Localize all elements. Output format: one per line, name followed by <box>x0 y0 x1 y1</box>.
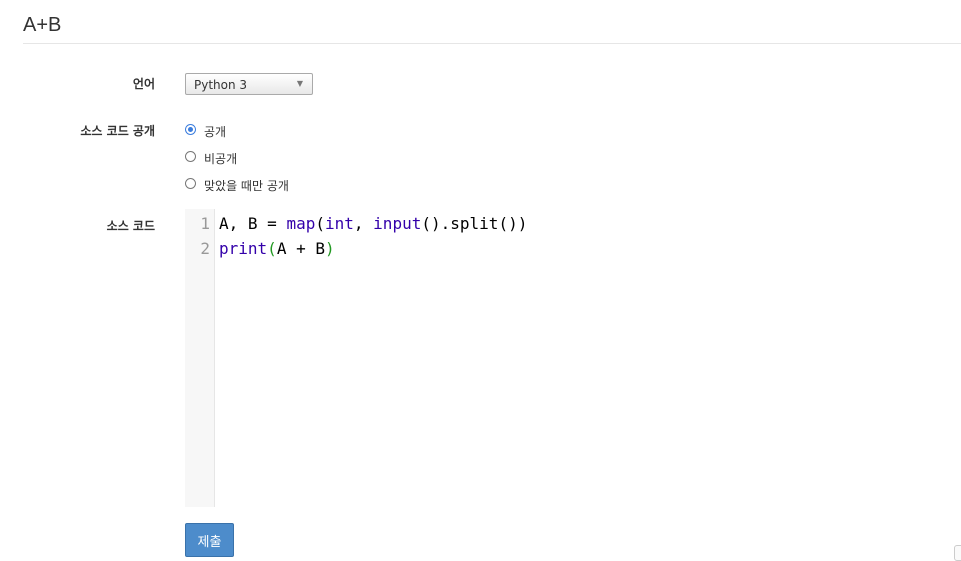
language-select-value: Python 3 <box>194 78 248 92</box>
line-number: 1 <box>200 214 210 233</box>
language-select[interactable]: Python 3 ▼ <box>185 73 313 95</box>
language-label: 언어 <box>132 77 155 91</box>
line-number: 2 <box>200 239 210 258</box>
title-divider <box>23 43 961 44</box>
radio-accepted-only[interactable] <box>185 178 196 189</box>
radio-private[interactable] <box>185 151 196 162</box>
page-title: A+B <box>23 14 62 36</box>
line-number-gutter: 1 2 <box>185 209 215 507</box>
submit-button[interactable]: 제출 <box>185 523 234 557</box>
radio-public-label[interactable]: 공개 <box>204 123 226 140</box>
source-code-label: 소스 코드 <box>106 219 155 233</box>
code-line[interactable]: A, B = map(int, input().split()) <box>219 214 527 233</box>
radio-private-label[interactable]: 비공개 <box>204 150 237 167</box>
radio-accepted-only-label[interactable]: 맞았을 때만 공개 <box>204 177 289 194</box>
code-editor[interactable]: 1 2 A, B = map(int, input().split()) pri… <box>185 209 635 507</box>
visibility-label: 소스 코드 공개 <box>80 124 155 138</box>
radio-public[interactable] <box>185 124 196 135</box>
chevron-down-icon: ▼ <box>296 79 303 88</box>
code-line[interactable]: print(A + B) <box>219 239 335 258</box>
